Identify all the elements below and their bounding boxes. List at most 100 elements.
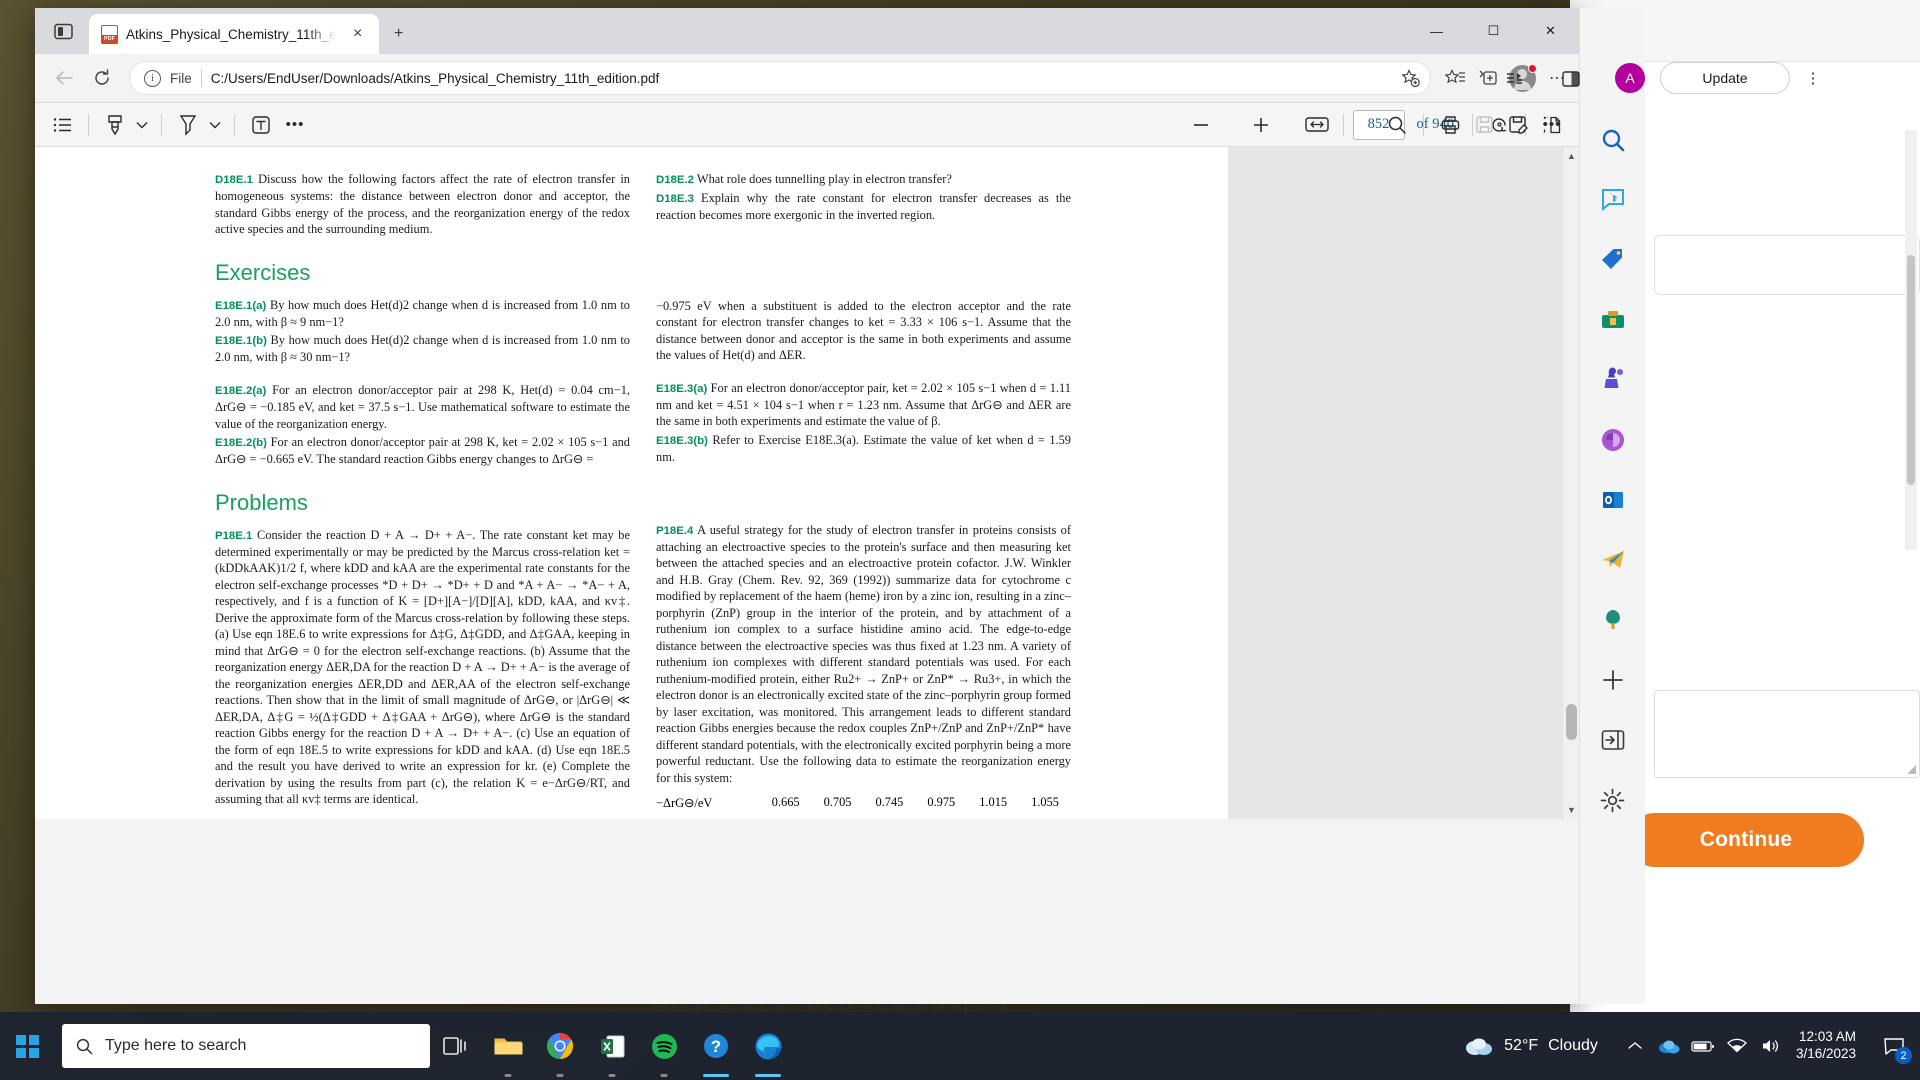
- toolbar-divider: [161, 113, 162, 136]
- onedrive-icon[interactable]: [1652, 1012, 1686, 1080]
- weather-widget[interactable]: 52°F Cloudy: [1464, 1035, 1618, 1057]
- address-bar[interactable]: i File C:/Users/EndUser/Downloads/Atkins…: [129, 61, 1431, 95]
- telegram-icon[interactable]: [1593, 540, 1633, 580]
- pdf-vertical-scrollbar[interactable]: ▲ ▼: [1562, 147, 1579, 819]
- help-icon[interactable]: ?: [690, 1012, 742, 1080]
- continue-button[interactable]: Continue: [1628, 813, 1864, 867]
- problem-label: P18E.4: [656, 524, 694, 537]
- close-window-button[interactable]: ✕: [1522, 8, 1579, 54]
- back-button[interactable]: [47, 61, 81, 95]
- pdf-left-column: D18E.1 Discuss how the following factors…: [215, 171, 630, 819]
- save-as-icon[interactable]: [1501, 109, 1535, 141]
- bing-chat-icon[interactable]: [1593, 180, 1633, 220]
- exercise-text: For an electron donor/acceptor pair at 2…: [215, 382, 630, 431]
- problem-text: Consider the reaction D + A → D+ + A−. T…: [215, 527, 630, 807]
- draw-pen-icon[interactable]: [171, 109, 205, 141]
- background-app-textarea[interactable]: [1654, 690, 1920, 778]
- problem-item: P18E.2 Consider the reaction D + A → D+ …: [215, 816, 630, 819]
- question-label: D18E.2: [656, 174, 694, 186]
- network-icon[interactable]: [1720, 1012, 1754, 1080]
- site-info-icon[interactable]: i: [144, 69, 161, 87]
- question-text: What role does tunnelling play in electr…: [696, 172, 952, 186]
- expand-sidebar-icon[interactable]: [1593, 720, 1633, 760]
- task-view-icon[interactable]: [430, 1012, 482, 1080]
- copilot-icon[interactable]: [1593, 120, 1633, 160]
- add-text-icon[interactable]: [244, 109, 278, 141]
- browser-tab[interactable]: Atkins_Physical_Chemistry_11th_e ×: [89, 14, 379, 54]
- windows-logo-icon: [15, 1034, 39, 1058]
- search-icon[interactable]: [1380, 109, 1414, 141]
- outlook-icon[interactable]: [1593, 480, 1633, 520]
- new-tab-button[interactable]: +: [386, 21, 412, 47]
- split-screen-icon[interactable]: [1556, 66, 1586, 92]
- exercise-text: By how much does Het(d)2 change when d i…: [215, 333, 630, 365]
- split-screen-icon[interactable]: [1473, 64, 1501, 92]
- problem-item: P18E.1 Consider the reaction D + A → D+ …: [215, 527, 630, 808]
- exercise-label: E18E.1(b): [215, 335, 267, 348]
- weather-temperature: 52°F: [1504, 1037, 1539, 1054]
- spotify-icon[interactable]: [638, 1012, 690, 1080]
- pdf-overflow-icon[interactable]: •••: [1535, 109, 1569, 141]
- toolbar-divider: [234, 113, 235, 136]
- pdf-more-icon[interactable]: •••: [278, 109, 312, 141]
- problem-text: Consider the reaction D + A → D+ + A−. T…: [255, 817, 606, 819]
- edge-icon[interactable]: [742, 1012, 794, 1080]
- scroll-up-arrow[interactable]: ▲: [1563, 147, 1579, 165]
- clock-date: 3/16/2023: [1795, 1046, 1856, 1061]
- problem-item: P18E.4 A useful strategy for the study o…: [656, 522, 1071, 787]
- edge-browser-window: Atkins_Physical_Chemistry_11th_e × + — ☐…: [35, 8, 1579, 1004]
- problem-label: P18E.1: [215, 529, 253, 542]
- minimize-button[interactable]: —: [1408, 8, 1465, 54]
- add-favorite-icon[interactable]: [1396, 64, 1424, 92]
- volume-icon[interactable]: [1754, 1012, 1788, 1080]
- start-button[interactable]: [0, 1012, 54, 1080]
- reading-list-icon[interactable]: [1500, 66, 1530, 92]
- office-icon[interactable]: [1593, 420, 1633, 460]
- draw-dropdown-icon[interactable]: [205, 109, 225, 141]
- pdf-file-icon: [101, 24, 118, 44]
- background-app-more-icon[interactable]: ⋮: [1800, 64, 1826, 92]
- background-app-avatar[interactable]: A: [1615, 63, 1645, 93]
- show-hidden-icons-button[interactable]: [1618, 1012, 1652, 1080]
- tools-icon[interactable]: [1593, 300, 1633, 340]
- background-app-scroll-thumb[interactable]: [1907, 255, 1915, 485]
- save-icon[interactable]: [1467, 109, 1501, 141]
- navigation-bar: i File C:/Users/EndUser/Downloads/Atkins…: [35, 54, 1579, 102]
- zoom-out-button[interactable]: [1184, 109, 1218, 141]
- add-sidebar-icon[interactable]: [1593, 660, 1633, 700]
- excel-icon[interactable]: [586, 1012, 638, 1080]
- pdf-viewer: D18E.1 Discuss how the following factors…: [35, 147, 1579, 819]
- sidebar-settings-icon[interactable]: [1593, 780, 1633, 820]
- tab-search-icon[interactable]: [42, 12, 84, 50]
- file-explorer-icon[interactable]: [482, 1012, 534, 1080]
- close-tab-icon[interactable]: ×: [345, 21, 371, 47]
- zoom-in-button[interactable]: [1244, 109, 1278, 141]
- highlighter-icon[interactable]: [98, 109, 132, 141]
- taskbar-clock[interactable]: 12:03 AM 3/16/2023: [1788, 1029, 1868, 1063]
- print-icon[interactable]: [1433, 109, 1467, 141]
- scrollbar-thumb[interactable]: [1566, 704, 1577, 740]
- discussion-item: D18E.2 What role does tunnelling play in…: [656, 171, 1071, 188]
- dropbox-icon[interactable]: [1593, 600, 1633, 640]
- highlighter-dropdown-icon[interactable]: [132, 109, 152, 141]
- exercise-label: E18E.2(a): [215, 384, 267, 397]
- table-of-contents-icon[interactable]: [45, 109, 79, 141]
- toolbar-divider: [1342, 113, 1344, 136]
- exercise-item: E18E.2(a) For an electron donor/acceptor…: [215, 382, 630, 432]
- edge-sidebar: [1579, 8, 1645, 1004]
- notification-center-button[interactable]: 2: [1868, 1012, 1920, 1080]
- shopping-icon[interactable]: [1593, 240, 1633, 280]
- discussion-item: D18E.1 Discuss how the following factors…: [215, 171, 630, 238]
- chrome-icon[interactable]: [534, 1012, 586, 1080]
- taskbar-search-box[interactable]: Type here to search: [62, 1024, 430, 1068]
- refresh-button[interactable]: [85, 61, 119, 95]
- update-button[interactable]: Update: [1660, 62, 1790, 94]
- games-icon[interactable]: [1593, 360, 1633, 400]
- maximize-button[interactable]: ☐: [1465, 8, 1522, 54]
- pdf-page: D18E.1 Discuss how the following factors…: [35, 147, 1228, 819]
- collections-icon[interactable]: [1441, 64, 1469, 92]
- fit-to-width-icon[interactable]: [1300, 109, 1334, 141]
- scroll-down-arrow[interactable]: ▼: [1563, 801, 1579, 819]
- battery-icon[interactable]: [1686, 1012, 1720, 1080]
- pdf-toolbar: ••• 852 of 940 •••: [35, 102, 1579, 147]
